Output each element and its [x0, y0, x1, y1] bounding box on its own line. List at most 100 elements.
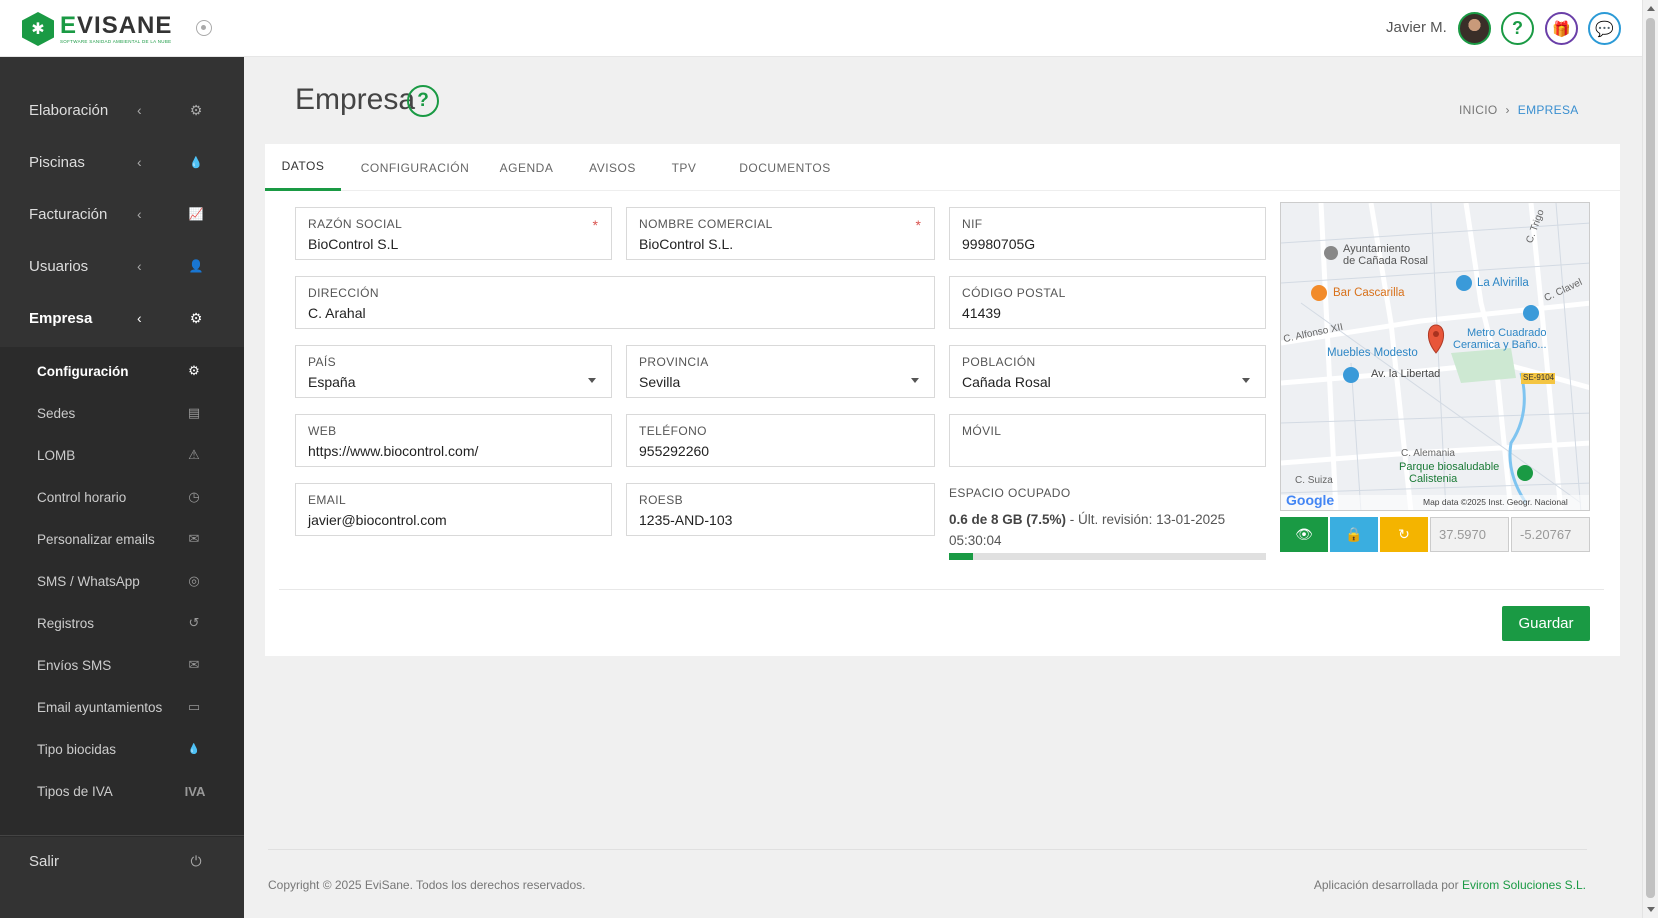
sidebar-item-label: Personalizar emails [37, 531, 155, 547]
sidebar-item-empresa[interactable]: Empresa ‹ ⚙ [0, 292, 244, 344]
lock-map-button[interactable]: 🔒 [1330, 517, 1378, 552]
refresh-icon: ↻ [1398, 526, 1410, 542]
help-button[interactable]: ? [1501, 12, 1534, 45]
storage-progress-bar [949, 553, 1266, 560]
codigo-postal-label: CÓDIGO POSTAL [962, 286, 1066, 300]
sidebar-item-sms-whatsapp[interactable]: SMS / WhatsApp ◎ [0, 560, 244, 602]
sidebar-item-lomb[interactable]: LOMB ⚠ [0, 434, 244, 476]
page-help-button[interactable]: ? [407, 85, 439, 117]
nif-input[interactable]: 99980705G [962, 236, 1035, 252]
telefono-input[interactable]: 955292260 [639, 443, 709, 459]
user-name[interactable]: Javier M. [1386, 19, 1447, 36]
chevron-down-icon: ‹ [137, 310, 142, 326]
save-button[interactable]: Guardar [1502, 606, 1590, 641]
map-label-alvirilla: La Alvirilla [1477, 277, 1529, 289]
breadcrumb-home[interactable]: INICIO [1459, 103, 1497, 117]
nombre-comercial-input[interactable]: BioControl S.L. [639, 236, 733, 252]
refresh-map-button[interactable]: ↻ [1380, 517, 1428, 552]
scroll-down-icon[interactable] [1647, 907, 1655, 912]
codigo-postal-field[interactable]: CÓDIGO POSTAL 41439 [949, 276, 1266, 329]
sidebar-item-configuracion[interactable]: Configuración ⚙ [0, 350, 244, 392]
sidebar-item-tipo-biocidas[interactable]: Tipo biocidas 💧 [0, 728, 244, 770]
email-field[interactable]: EMAIL javier@biocontrol.com [295, 483, 612, 536]
sidebar-item-sedes[interactable]: Sedes ▤ [0, 392, 244, 434]
sidebar-item-email-ayuntamientos[interactable]: Email ayuntamientos ▭ [0, 686, 244, 728]
tab-agenda[interactable]: AGENDA [486, 144, 567, 191]
scroll-up-icon[interactable] [1647, 6, 1655, 11]
caret-down-icon [1242, 378, 1250, 383]
sidebar-item-control-horario[interactable]: Control horario ◷ [0, 476, 244, 518]
codigo-postal-input[interactable]: 41439 [962, 305, 1001, 321]
poblacion-select[interactable]: POBLACIÓN Cañada Rosal [949, 345, 1266, 398]
avatar[interactable] [1458, 12, 1491, 45]
footer-credit: Aplicación desarrollada por Evirom Soluc… [1314, 878, 1586, 892]
chevron-left-icon: ‹ [137, 206, 142, 222]
sidebar-item-facturacion[interactable]: Facturación ‹ 📈 [0, 188, 244, 240]
sidebar-item-label: Piscinas [29, 153, 85, 171]
web-field[interactable]: WEB https://www.biocontrol.com/ [295, 414, 612, 467]
map-label-metro-line2: Ceramica y Baño... [1453, 339, 1547, 351]
sidebar-item-salir[interactable]: Salir ⏻ [0, 835, 244, 887]
power-icon: ⏻ [190, 852, 202, 869]
sidebar-item-label: Email ayuntamientos [37, 699, 163, 715]
drop-icon: 💧 [187, 743, 201, 755]
tab-configuracion[interactable]: CONFIGURACIÓN [351, 144, 479, 191]
gift-button[interactable]: 🎁 [1545, 12, 1578, 45]
email-input[interactable]: javier@biocontrol.com [308, 512, 447, 528]
id-card-icon: ▭ [187, 699, 201, 714]
clock-icon: ◷ [188, 489, 200, 504]
sidebar-item-usuarios[interactable]: Usuarios ‹ 👤 [0, 240, 244, 292]
caret-down-icon [588, 378, 596, 383]
map-attribution[interactable]: Map data ©2025 Inst. Geogr. Nacional [1423, 497, 1568, 507]
chat-button[interactable]: 💬 [1588, 12, 1621, 45]
pais-select[interactable]: PAÍS España [295, 345, 612, 398]
pin-sidebar-icon[interactable] [196, 20, 212, 36]
sidebar-item-elaboracion[interactable]: Elaboración ‹ ⚙ [0, 84, 244, 136]
tab-tpv[interactable]: TPV [656, 144, 712, 191]
razon-social-field[interactable]: RAZÓN SOCIAL * BioControl S.L [295, 207, 612, 260]
roesb-input[interactable]: 1235-AND-103 [639, 512, 732, 528]
storage-label: ESPACIO OCUPADO [949, 486, 1071, 500]
user-icon: 👤 [188, 259, 204, 273]
tab-avisos[interactable]: AVISOS [574, 144, 651, 191]
sidebar-item-piscinas[interactable]: Piscinas ‹ 💧 [0, 136, 244, 188]
direccion-input[interactable]: C. Arahal [308, 305, 366, 321]
sidebar-item-registros[interactable]: Registros ↺ [0, 602, 244, 644]
direccion-field[interactable]: DIRECCIÓN C. Arahal [295, 276, 935, 329]
footer-company-link[interactable]: Evirom Soluciones S.L. [1462, 878, 1586, 892]
latitude-input[interactable]: 37.5970 [1430, 517, 1509, 552]
roesb-field[interactable]: ROESB 1235-AND-103 [626, 483, 935, 536]
map-label-muebles: Muebles Modesto [1327, 347, 1418, 359]
sidebar-item-envios-sms[interactable]: Envíos SMS ✉ [0, 644, 244, 686]
map-label-alemania: C. Alemania [1401, 448, 1455, 459]
web-input[interactable]: https://www.biocontrol.com/ [308, 443, 478, 459]
telefono-field[interactable]: TELÉFONO 955292260 [626, 414, 935, 467]
movil-field[interactable]: MÓVIL [949, 414, 1266, 467]
sidebar-item-label: Salir [29, 852, 60, 870]
nombre-comercial-field[interactable]: NOMBRE COMERCIAL * BioControl S.L. [626, 207, 935, 260]
sidebar-item-label: Configuración [37, 363, 129, 379]
map-label-suiza: C. Suiza [1295, 475, 1333, 486]
chevron-right-icon: › [1505, 103, 1510, 117]
location-map[interactable]: Ayuntamiento de Cañada Rosal Bar Cascari… [1280, 202, 1590, 511]
telefono-label: TELÉFONO [639, 424, 707, 438]
tab-documentos[interactable]: DOCUMENTOS [723, 144, 847, 191]
logo[interactable]: ✱ EVISANE SOFTWARE SANIDAD AMBIENTAL DE … [22, 12, 172, 46]
longitude-input[interactable]: -5.20767 [1511, 517, 1590, 552]
sidebar-item-label: SMS / WhatsApp [37, 573, 140, 589]
sidebar-item-label: Tipo biocidas [37, 741, 117, 757]
scroll-thumb[interactable] [1646, 18, 1655, 898]
razon-social-label: RAZÓN SOCIAL [308, 217, 403, 231]
footer-credit-prefix: Aplicación desarrollada por [1313, 878, 1462, 892]
company-card: DATOS CONFIGURACIÓN AGENDA AVISOS TPV DO… [265, 144, 1620, 656]
razon-social-input[interactable]: BioControl S.L [308, 236, 398, 252]
nif-field[interactable]: NIF 99980705G [949, 207, 1266, 260]
storage-progress-fill [949, 553, 973, 560]
tab-datos[interactable]: DATOS [265, 144, 341, 191]
sidebar-item-personalizar-emails[interactable]: Personalizar emails ✉ [0, 518, 244, 560]
view-map-button[interactable]: 👁 [1280, 517, 1328, 552]
page-scrollbar[interactable] [1642, 0, 1658, 918]
provincia-select[interactable]: PROVINCIA Sevilla [626, 345, 935, 398]
sidebar-item-tipos-iva[interactable]: Tipos de IVA IVA [0, 770, 244, 812]
map-label-ayuntamiento: Ayuntamiento [1343, 243, 1411, 255]
